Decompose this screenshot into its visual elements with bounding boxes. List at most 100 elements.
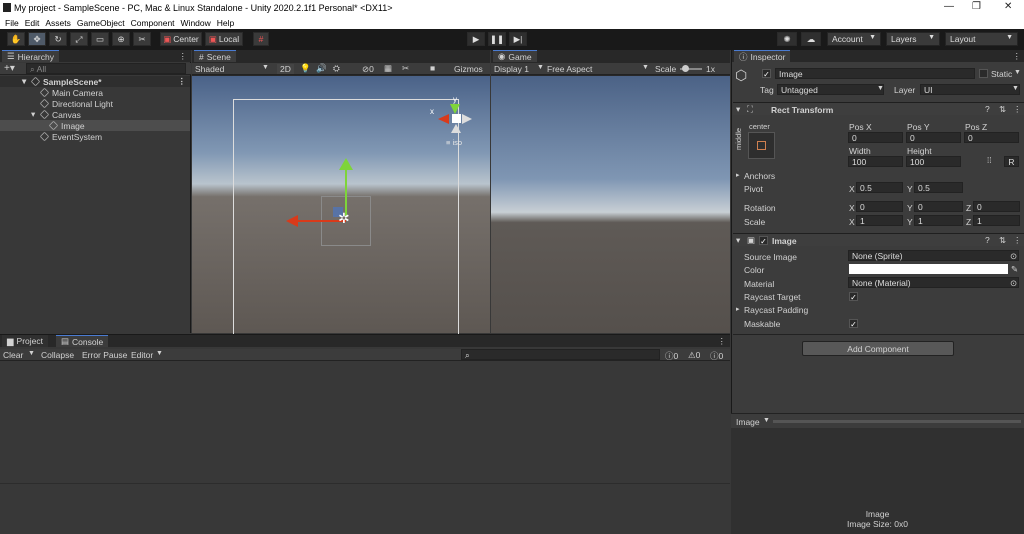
panel-menu-icon[interactable]: ⋮ [1013, 51, 1022, 62]
error-count-toggle[interactable]: ⓘ0 [710, 350, 723, 362]
tab-scene[interactable]: # Scene [194, 50, 236, 62]
layout-dropdown[interactable]: Layout ▼ [945, 32, 1018, 46]
width-field[interactable]: 100 [848, 156, 903, 167]
lighting-icon[interactable]: 💡 [300, 63, 311, 74]
pause-button[interactable]: ❚❚ [488, 32, 506, 46]
eyedropper-icon[interactable]: ✎ [1011, 264, 1018, 275]
list-item[interactable]: Directional Light [0, 98, 190, 109]
aspect-dropdown[interactable]: Free Aspect [547, 64, 592, 74]
help-icon[interactable]: ? [985, 235, 990, 245]
source-image-field[interactable]: None (Sprite) [848, 250, 1019, 261]
scale-x-field[interactable]: 1 [856, 215, 903, 226]
material-field[interactable]: None (Material) [848, 277, 1019, 288]
scale-y-field[interactable]: 1 [914, 215, 963, 226]
raw-edit-button[interactable]: R [1004, 156, 1019, 167]
projection-label[interactable]: ≡ iso [446, 138, 462, 147]
component-menu-icon[interactable]: ⋮ [1013, 235, 1022, 246]
menu-edit[interactable]: Edit [25, 18, 40, 28]
gizmo-neg-x-cone-icon[interactable] [462, 114, 472, 124]
raycast-padding-foldout[interactable]: Raycast Padding [744, 305, 808, 315]
gizmo-y-cone-icon[interactable] [450, 104, 460, 114]
height-field[interactable]: 100 [906, 156, 961, 167]
scene-menu-icon[interactable]: ⋮ [178, 76, 187, 87]
maskable-checkbox[interactable]: ✓ [849, 319, 858, 329]
scale-z-field[interactable]: 1 [973, 215, 1020, 226]
preset-icon[interactable]: ⇅ [999, 104, 1006, 115]
blueprint-mode-icon[interactable]: ⁞⁞ [987, 156, 991, 165]
list-item[interactable]: ▾ Canvas [0, 109, 190, 120]
raycast-target-checkbox[interactable]: ✓ [849, 292, 858, 302]
tag-dropdown[interactable]: Untagged [777, 84, 884, 95]
hierarchy-search-input[interactable]: ⌕ All [26, 63, 186, 74]
collapse-toggle[interactable]: Collapse [41, 350, 74, 360]
effects-icon[interactable]: ⛭ [333, 63, 340, 74]
pivot-x-field[interactable]: 0.5 [856, 182, 903, 193]
grid-snap-icon[interactable]: # [253, 32, 269, 46]
game-viewport[interactable] [491, 76, 730, 333]
menu-assets[interactable]: Assets [45, 18, 71, 28]
object-picker-icon[interactable]: ⊙ [1010, 278, 1017, 289]
hidden-objects-toggle[interactable]: ⊘0 [362, 64, 374, 75]
error-pause-toggle[interactable]: Error Pause [82, 350, 127, 360]
menu-gameobject[interactable]: GameObject [77, 18, 125, 28]
panel-menu-icon[interactable]: ⋮ [179, 51, 188, 62]
image-component-header[interactable]: ▾ ▣ ✓ Image ? ⇅ ⋮ [733, 233, 1024, 246]
component-menu-icon[interactable]: ⋮ [1013, 104, 1022, 115]
tab-hierarchy[interactable]: ☰ Hierarchy [2, 50, 59, 62]
create-plus-button[interactable]: +▾ [4, 63, 15, 74]
preview-dropdown[interactable]: Image [736, 417, 760, 427]
rotation-z-field[interactable]: 0 [973, 201, 1020, 212]
scale-slider-thumb[interactable] [682, 65, 689, 72]
color-swatch[interactable] [849, 264, 1008, 274]
tools-icon[interactable]: ✂ [402, 63, 409, 74]
menu-file[interactable]: File [5, 18, 19, 28]
expand-arrow-icon[interactable]: ▸ [736, 305, 740, 313]
anchors-foldout[interactable]: Anchors [744, 171, 775, 181]
static-checkbox[interactable] [979, 69, 988, 78]
scene-viewport[interactable]: ✲ x y ≡ iso [192, 76, 490, 339]
pos-x-field[interactable]: 0 [848, 132, 903, 143]
rect-transform-header[interactable]: ▾ ⛶ Rect Transform ? ⇅ ⋮ [733, 102, 1024, 115]
clear-button[interactable]: Clear [3, 350, 23, 360]
list-item[interactable]: Main Camera [0, 87, 190, 98]
maximize-button[interactable]: ❐ [972, 1, 981, 12]
minimize-button[interactable]: — [944, 1, 954, 12]
pos-y-field[interactable]: 0 [906, 132, 961, 143]
close-button[interactable]: ✕ [1004, 1, 1012, 12]
2d-toggle[interactable]: 2D [277, 64, 294, 74]
layer-dropdown[interactable]: UI [920, 84, 1020, 95]
console-search-input[interactable]: ⌕ [461, 349, 660, 360]
y-axis-handle[interactable] [345, 164, 347, 216]
hierarchy-scene-row[interactable]: ▾ SampleScene* ⋮ [0, 76, 190, 87]
custom-tool-icon[interactable]: ✂ [133, 32, 151, 46]
list-item[interactable]: EventSystem [0, 131, 190, 142]
pos-z-field[interactable]: 0 [964, 132, 1019, 143]
info-count-toggle[interactable]: ⓘ0 [665, 350, 678, 362]
gizmo-neg-y-cone-icon[interactable] [451, 124, 461, 133]
tab-project[interactable]: ▆ Project [2, 335, 49, 347]
tab-game[interactable]: ◉ Game [493, 50, 537, 62]
display-dropdown[interactable]: Display 1 [494, 64, 529, 74]
add-component-button[interactable]: Add Component [802, 341, 954, 356]
object-picker-icon[interactable]: ⊙ [1010, 251, 1017, 262]
preset-icon[interactable]: ⇅ [999, 235, 1006, 246]
tab-console[interactable]: ▤ Console [56, 335, 109, 347]
hand-tool-icon[interactable]: ✋ [7, 32, 25, 46]
panel-menu-icon[interactable]: ⋮ [718, 336, 727, 347]
anchor-presets-button[interactable] [748, 132, 775, 159]
space-local-toggle[interactable]: ▣ Local [205, 32, 243, 46]
gizmos-dropdown[interactable]: Gizmos [454, 64, 483, 74]
rect-tool-icon[interactable]: ▭ [91, 32, 109, 46]
collab-icon[interactable]: ✺ [777, 32, 797, 46]
grid-toggle-icon[interactable]: ▦ [384, 63, 392, 74]
scale-tool-icon[interactable]: ⤢ [70, 32, 88, 46]
tab-inspector[interactable]: ⓘ Inspector [734, 50, 791, 62]
step-button[interactable]: ▶| [509, 32, 527, 46]
rotate-tool-icon[interactable]: ↻ [49, 32, 67, 46]
help-icon[interactable]: ? [985, 104, 990, 114]
rotation-x-field[interactable]: 0 [856, 201, 903, 212]
list-item-selected[interactable]: Image [0, 120, 190, 131]
camera-icon[interactable]: ■ [430, 63, 435, 73]
move-tool-icon[interactable]: ✥ [28, 32, 46, 46]
object-name-field[interactable]: Image [775, 68, 975, 79]
